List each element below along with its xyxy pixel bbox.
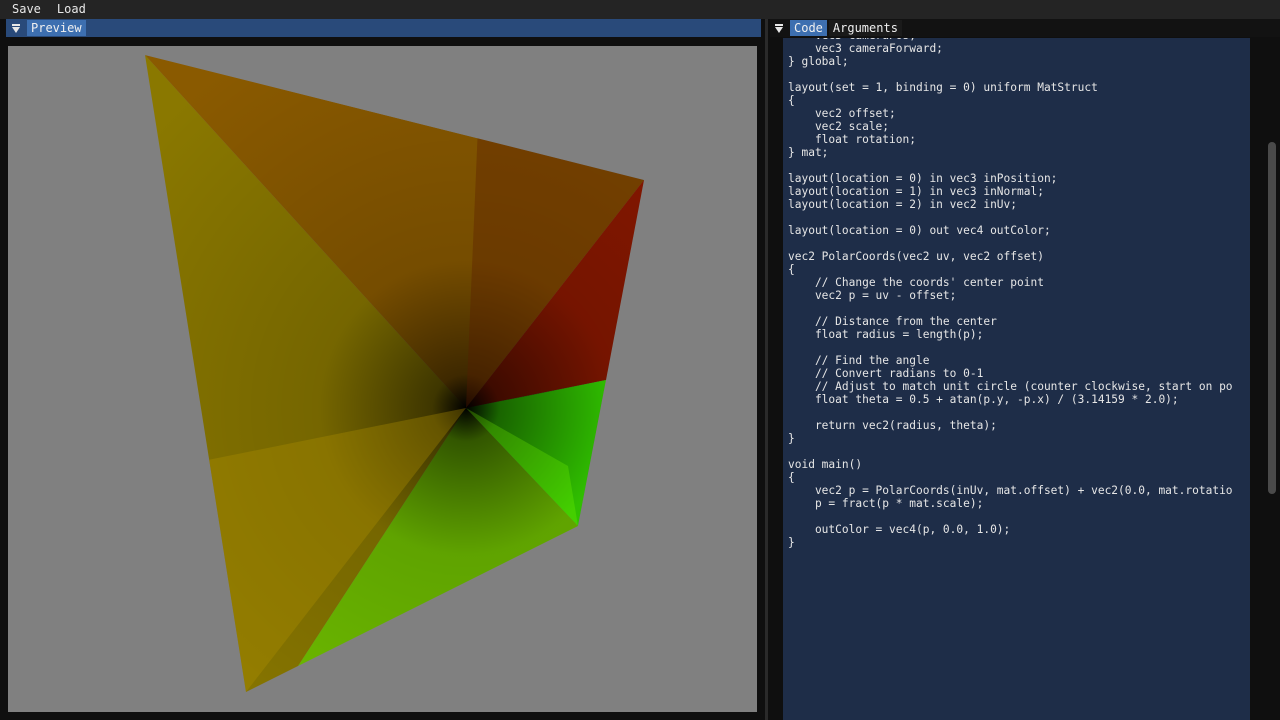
code-scrollbar[interactable] [1266,38,1278,720]
tab-preview[interactable]: Preview [27,20,86,36]
preview-panel-header: Preview [6,19,761,37]
shader-source-text[interactable]: vec3 cameraPos; vec3 cameraForward; } gl… [783,38,1233,549]
preview-viewport[interactable] [8,46,757,712]
collapse-arrow-icon[interactable] [12,23,21,33]
collapse-arrow-icon[interactable] [775,23,784,33]
menu-save[interactable]: Save [0,0,49,19]
code-panel-header: Code Arguments [770,19,1280,37]
code-editor[interactable]: vec3 cameraPos; vec3 cameraForward; } gl… [783,38,1250,720]
tab-code[interactable]: Code [790,20,827,36]
shader-preview-quad [145,55,644,692]
code-scrollbar-thumb[interactable] [1268,142,1276,494]
tab-arguments[interactable]: Arguments [828,20,902,36]
code-gutter [770,38,783,720]
menu-load[interactable]: Load [49,0,94,19]
panel-splitter[interactable] [765,19,768,720]
menu-bar: Save Load [0,0,1280,19]
